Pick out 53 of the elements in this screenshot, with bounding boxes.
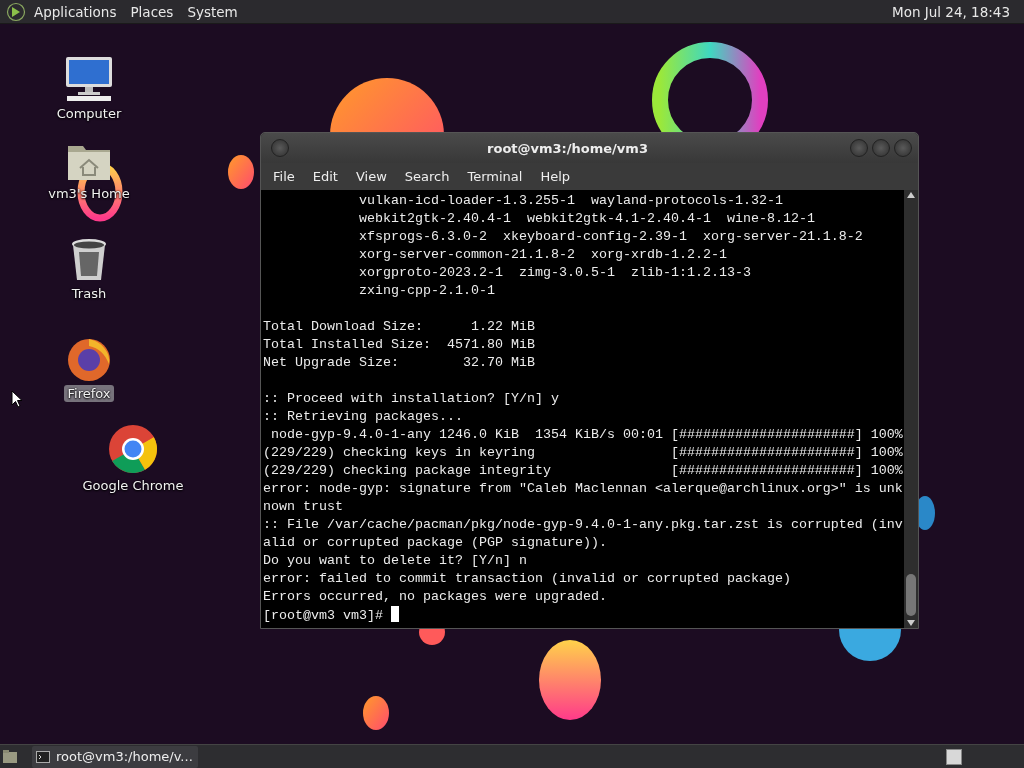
terminal-line: xorg-server-common-21.1.8-2 xorg-xrdb-1.2.2-1	[357, 246, 728, 264]
distro-logo-icon[interactable]	[6, 1, 26, 22]
wallpaper-circle	[228, 155, 254, 189]
workspace-switcher[interactable]	[946, 748, 962, 765]
terminal-line: node-gyp-9.4.0-1-any 1246.0 KiB 1354 KiB/s 00:01 [######################] 100%	[270, 426, 904, 444]
wallpaper-circle	[363, 696, 389, 730]
terminal-line: error: failed to commit transaction (invalid or corrupted package)	[263, 570, 792, 588]
mouse-pointer-icon	[11, 390, 23, 408]
menu-item[interactable]: Help	[532, 169, 579, 184]
terminal-line: :: File /var/cache/pacman/pkg/node-gyp-9.4.0-1-any.pkg.tar.zst is corrupted (inv	[263, 516, 904, 534]
menu-item[interactable]: View	[347, 169, 395, 184]
terminal-icon	[36, 750, 50, 763]
panel-menu[interactable]: System	[181, 3, 244, 20]
terminal-line: Do you want to delete it? [Y/n] n	[263, 552, 528, 570]
terminal-line: :: Retrieving packages...	[263, 408, 464, 426]
terminal-line: (229/229) checking keys in keyring [######################] 100%	[263, 444, 904, 462]
terminal-line: Total Download Size: 1.22 MiB	[263, 318, 536, 336]
text-cursor	[391, 606, 399, 622]
terminal-line: error: node-gyp: signature from "Caleb Maclennan <alerque@archlinux.org>" is unk	[263, 480, 904, 498]
menu-item[interactable]: Edit	[304, 169, 346, 184]
terminal-line: Net Upgrade Size: 32.70 MiB	[263, 354, 536, 372]
menu-item[interactable]: File	[265, 169, 303, 184]
desktop-icon-label[interactable]: Trash	[68, 285, 110, 302]
shell-prompt: [root@vm3 vm3]#	[263, 608, 384, 623]
chrome-logo-icon	[108, 424, 158, 474]
taskbar-window-button[interactable]: root@vm3:/home/v...	[32, 745, 198, 768]
desktop-icon-label[interactable]: Google Chrome	[79, 477, 187, 494]
desktop-icon-label[interactable]: Firefox	[64, 385, 114, 402]
terminal-line: (229/229) checking package integrity [######################] 100%	[263, 462, 904, 480]
monitor-icon	[64, 56, 114, 102]
window-title: root@vm3:/home/vm3	[486, 140, 649, 156]
terminal-line: webkit2gtk-2.40.4-1 webkit2gtk-4.1-2.40.4-1 wine-8.12-1	[357, 210, 816, 228]
terminal-line: Errors occurred, no packages were upgraded.	[263, 588, 608, 606]
terminal-line: :: Proceed with installation? [Y/n] y	[263, 390, 560, 408]
terminal-line: nown trust	[263, 498, 344, 516]
panel-menu[interactable]: Applications	[28, 3, 123, 20]
terminal-line: xfsprogs-6.3.0-2 xkeyboard-config-2.39-1 xorg-server-21.1.8-2	[357, 228, 864, 246]
scroll-down-arrow-icon[interactable]	[907, 620, 915, 626]
clock[interactable]: Mon Jul 24, 18:43	[886, 3, 1016, 20]
menu-item[interactable]: Terminal	[459, 169, 531, 184]
show-desktop-icon[interactable]	[2, 749, 18, 764]
scrollbar[interactable]	[904, 190, 918, 628]
scrollbar-thumb[interactable]	[906, 574, 916, 616]
terminal-line: Total Installed Size: 4571.80 MiB	[263, 336, 536, 354]
desktop-icon-label[interactable]: Computer	[53, 105, 125, 122]
panel-menu[interactable]: Places	[124, 3, 180, 20]
terminal-line: xorgproto-2023.2-1 zimg-3.0.5-1 zlib-1:1.2.13-3	[357, 264, 752, 282]
scroll-up-arrow-icon[interactable]	[907, 192, 915, 198]
trash-can-icon	[69, 238, 109, 282]
terminal-line: alid or corrupted package (PGP signature)).	[263, 534, 608, 552]
terminal-line: vulkan-icd-loader-1.3.255-1 wayland-protocols-1.32-1	[357, 192, 784, 210]
menu-item[interactable]: Search	[396, 169, 458, 184]
terminal-line: zxing-cpp-2.1.0-1	[357, 282, 496, 300]
